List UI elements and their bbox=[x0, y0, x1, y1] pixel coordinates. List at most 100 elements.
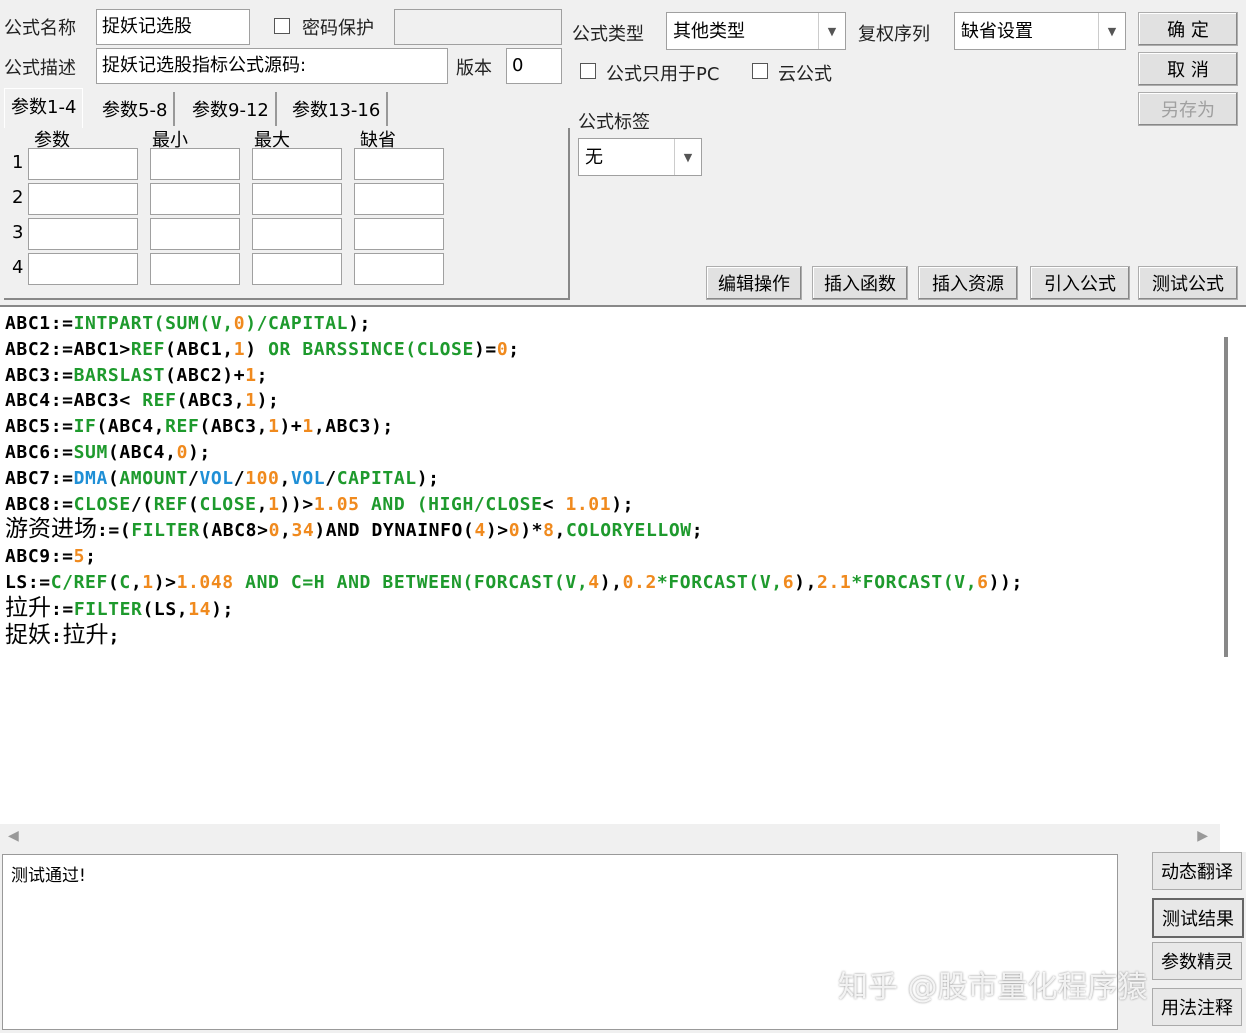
save-as-button[interactable]: 另存为 bbox=[1138, 92, 1238, 126]
code-token: ); bbox=[348, 313, 371, 334]
tab-params-5-8[interactable]: 参数5-8 bbox=[96, 92, 176, 126]
code-token: REF bbox=[165, 416, 200, 438]
code-token: AMOUNT bbox=[119, 467, 188, 489]
param-cell-max[interactable] bbox=[252, 218, 342, 250]
ok-button[interactable]: 确 定 bbox=[1138, 12, 1238, 46]
code-token: 1 bbox=[142, 571, 154, 593]
code-token: 100 bbox=[245, 467, 280, 489]
code-token: AND (HIGH/CLOSE bbox=[359, 493, 543, 515]
code-token: 拉升 bbox=[62, 621, 109, 648]
param-cell-name[interactable] bbox=[28, 218, 138, 250]
password-label: 密码保护 bbox=[302, 18, 374, 39]
code-token: ; bbox=[108, 625, 120, 647]
name-input[interactable]: 捉妖记选股 bbox=[96, 9, 250, 45]
code-token: 0 bbox=[496, 338, 509, 360]
code-token: *FORCAST(V, bbox=[656, 571, 783, 593]
code-token: 1 bbox=[233, 338, 246, 360]
code-token: , bbox=[554, 520, 566, 542]
code-token: )= bbox=[473, 338, 497, 360]
code-token: 1. bbox=[313, 493, 337, 515]
code-token: ; bbox=[691, 520, 704, 542]
code-line: ABC1:=INTPART(SUM(V,0)/CAPITAL); bbox=[5, 311, 1023, 337]
cloud-label: 云公式 bbox=[778, 64, 832, 85]
version-input[interactable]: 0 bbox=[506, 48, 562, 84]
version-label: 版本 bbox=[456, 58, 492, 79]
param-cell-name[interactable] bbox=[28, 183, 138, 215]
password-checkbox[interactable] bbox=[274, 18, 290, 34]
param-cell-name[interactable] bbox=[28, 148, 138, 180]
test-formula-button[interactable]: 测试公式 bbox=[1138, 266, 1238, 300]
code-token: REF bbox=[153, 493, 188, 515]
code-token: )/CAPITAL bbox=[245, 313, 349, 334]
code-token: 1 bbox=[268, 493, 280, 515]
code-line: LS:=C/REF(C,1)>1.048 AND C=H AND BETWEEN… bbox=[5, 570, 1023, 596]
param-cell-max[interactable] bbox=[252, 148, 342, 180]
code-token: ABC6:= bbox=[5, 441, 74, 463]
horizontal-scrollbar[interactable]: ◀ ▶ bbox=[0, 824, 1220, 852]
pc-only-checkbox[interactable] bbox=[580, 63, 596, 79]
tab-params-9-12[interactable]: 参数9-12 bbox=[186, 92, 277, 126]
chevron-down-icon: ▼ bbox=[674, 139, 701, 175]
tag-label: 公式标签 bbox=[578, 112, 650, 133]
param-row-number: 4 bbox=[12, 257, 24, 278]
code-line: 游资进场:=(FILTER(ABC8>0,34)AND DYNAINFO(4)>… bbox=[5, 516, 1023, 544]
code-token: ); bbox=[188, 441, 211, 463]
dynamic-translate-button[interactable]: 动态翻译 bbox=[1152, 852, 1242, 890]
type-select[interactable]: 其他类型 ▼ bbox=[666, 12, 846, 50]
code-token: / bbox=[233, 467, 246, 489]
vertical-scrollbar[interactable] bbox=[1224, 337, 1228, 657]
rights-label: 复权序列 bbox=[858, 24, 930, 45]
code-token: (ABC2)+ bbox=[165, 364, 246, 386]
code-token: ( bbox=[188, 493, 200, 515]
code-token: IF bbox=[73, 416, 97, 438]
code-token: 0 bbox=[176, 441, 188, 463]
code-token: 2.1 bbox=[817, 571, 852, 593]
insert-resource-button[interactable]: 插入资源 bbox=[918, 266, 1018, 300]
param-row-number: 2 bbox=[12, 187, 24, 208]
param-cell-min[interactable] bbox=[150, 218, 240, 250]
param-wizard-button[interactable]: 参数精灵 bbox=[1152, 942, 1242, 980]
code-token: ))> bbox=[279, 493, 314, 515]
password-input[interactable] bbox=[394, 9, 562, 45]
code-token: 4 bbox=[588, 571, 600, 593]
param-cell-default[interactable] bbox=[354, 148, 444, 180]
tag-select[interactable]: 无 ▼ bbox=[578, 138, 702, 176]
import-formula-button[interactable]: 引入公式 bbox=[1030, 266, 1130, 300]
code-token: 6 bbox=[977, 571, 989, 593]
tab-params-1-4[interactable]: 参数1-4 bbox=[4, 88, 84, 128]
code-token: )* bbox=[520, 520, 544, 542]
cloud-checkbox[interactable] bbox=[752, 63, 768, 79]
usage-notes-button[interactable]: 用法注释 bbox=[1152, 988, 1242, 1026]
tab-params-13-16[interactable]: 参数13-16 bbox=[286, 92, 389, 126]
code-text[interactable]: ABC1:=INTPART(SUM(V,0)/CAPITAL); ABC2:=AB… bbox=[5, 311, 1023, 649]
code-token: ABC2:=ABC1> bbox=[5, 338, 131, 360]
code-token: 14 bbox=[188, 598, 212, 620]
chevron-down-icon: ▼ bbox=[1098, 13, 1125, 49]
param-cell-default[interactable] bbox=[354, 253, 444, 285]
edit-ops-button[interactable]: 编辑操作 bbox=[706, 266, 802, 300]
rights-select[interactable]: 缺省设置 ▼ bbox=[954, 12, 1126, 50]
scroll-left-icon[interactable]: ◀ bbox=[8, 828, 19, 844]
code-token: VOL bbox=[199, 467, 234, 489]
param-cell-max[interactable] bbox=[252, 183, 342, 215]
param-cell-min[interactable] bbox=[150, 253, 240, 285]
code-token: 捉妖 bbox=[5, 621, 51, 648]
code-token: :=( bbox=[97, 520, 132, 542]
desc-input[interactable]: 捉妖记选股指标公式源码: bbox=[96, 48, 448, 84]
code-token: C/REF bbox=[50, 571, 108, 593]
param-cell-default[interactable] bbox=[354, 183, 444, 215]
cancel-button[interactable]: 取 消 bbox=[1138, 52, 1238, 86]
param-cell-min[interactable] bbox=[150, 148, 240, 180]
param-cell-name[interactable] bbox=[28, 253, 138, 285]
param-cell-default[interactable] bbox=[354, 218, 444, 250]
test-result-button[interactable]: 测试结果 bbox=[1152, 898, 1244, 938]
code-token: ( bbox=[107, 571, 120, 593]
pc-only-label: 公式只用于PC bbox=[606, 64, 720, 85]
param-cell-max[interactable] bbox=[252, 253, 342, 285]
param-row-number: 3 bbox=[12, 222, 24, 243]
scroll-right-icon[interactable]: ▶ bbox=[1197, 828, 1208, 844]
param-cell-min[interactable] bbox=[150, 183, 240, 215]
code-editor[interactable]: ABC1:=INTPART(SUM(V,0)/CAPITAL); ABC2:=AB… bbox=[0, 305, 1246, 852]
insert-function-button[interactable]: 插入函数 bbox=[812, 266, 908, 300]
code-token: VOL bbox=[290, 467, 326, 489]
